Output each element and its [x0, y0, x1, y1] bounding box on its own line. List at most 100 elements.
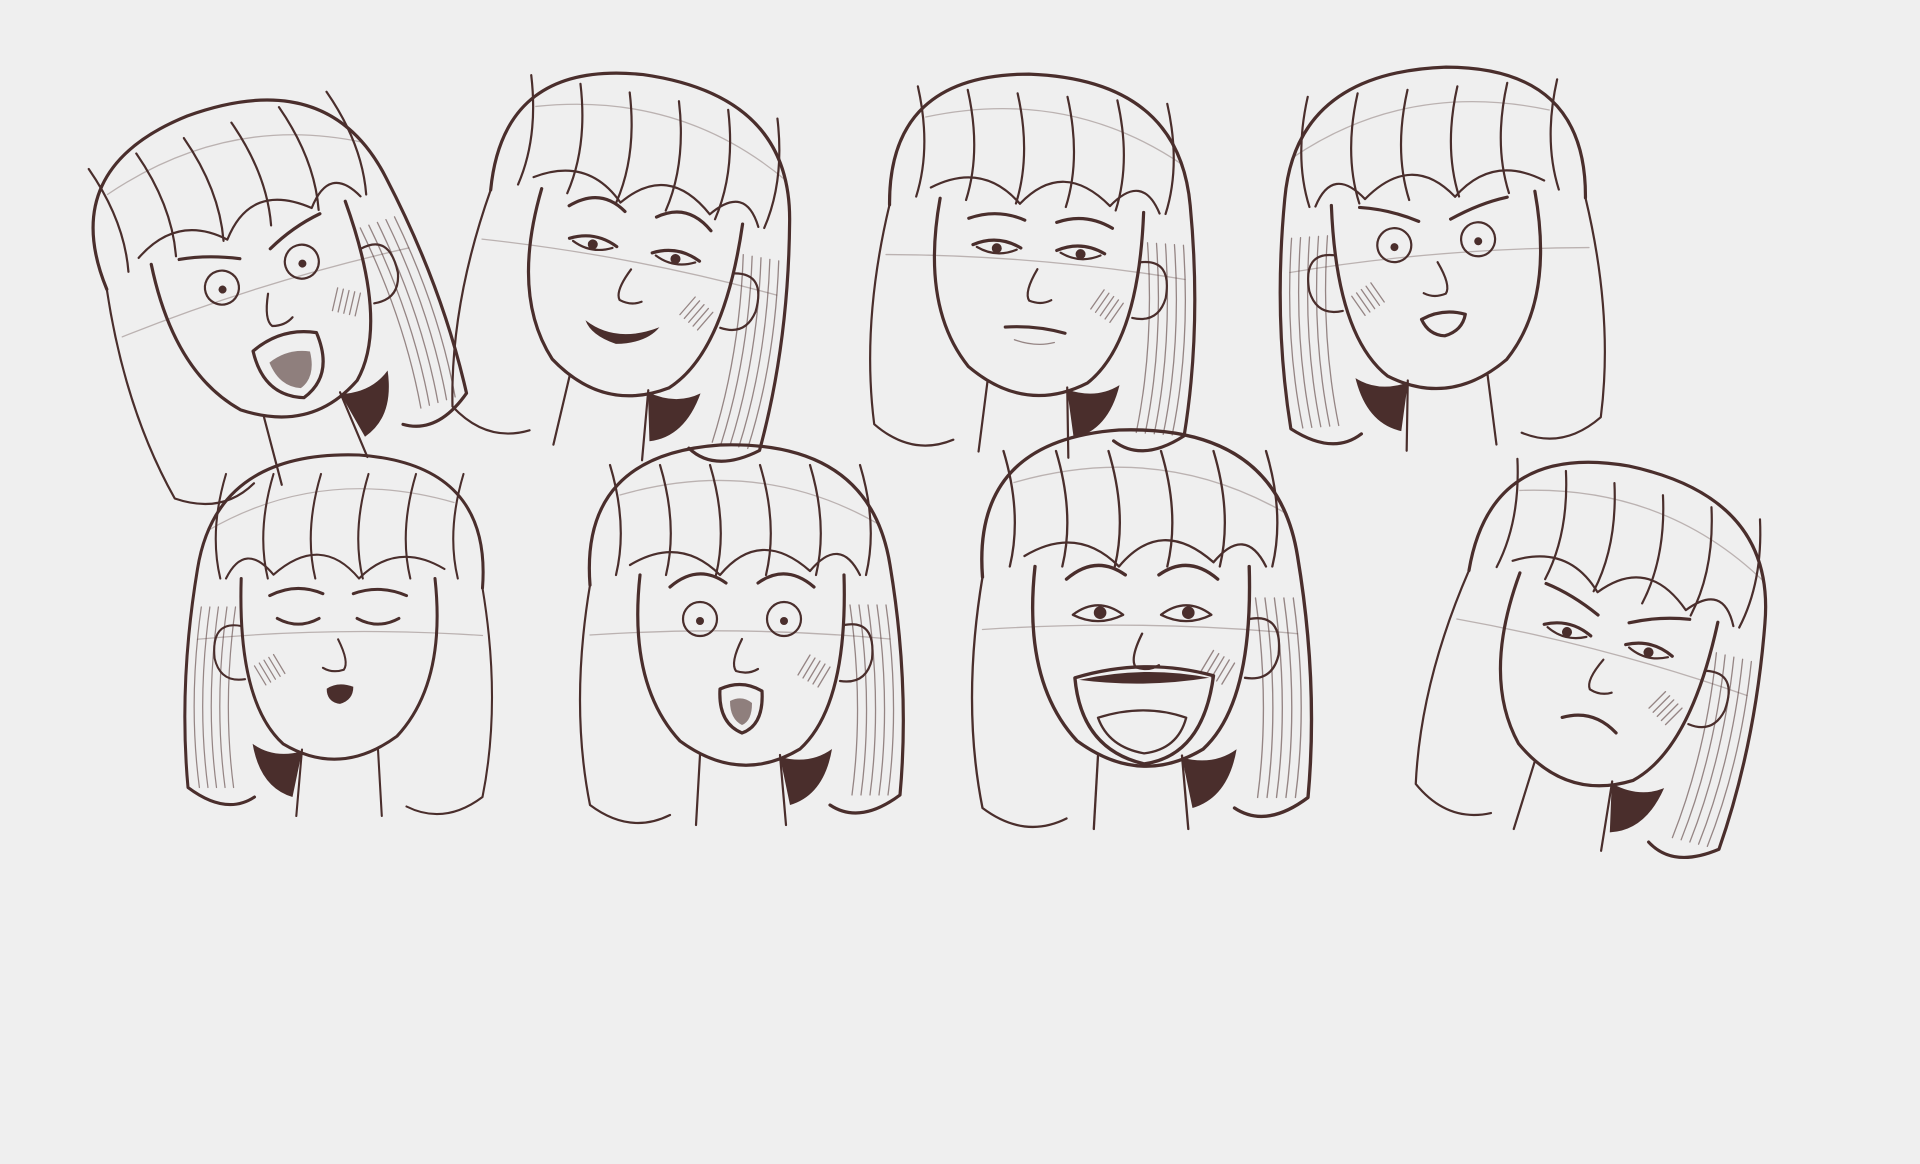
- construction-arc: [619, 479, 881, 526]
- cheek-hatching: [1370, 282, 1385, 303]
- cheek-hatching: [272, 653, 286, 675]
- cheek-hatching: [268, 656, 281, 677]
- head-sketch-content-eyes-closed: [183, 453, 494, 818]
- bangs: [1511, 555, 1735, 628]
- sketch-sheet: [0, 0, 1920, 1164]
- hair-strand-side: [1706, 660, 1752, 847]
- hair-outline: [489, 71, 792, 463]
- hair-strand: [664, 100, 682, 212]
- hair-strand: [858, 463, 872, 577]
- mouth-frown: [1560, 713, 1618, 735]
- construction-line: [589, 630, 891, 640]
- cheek-hatching: [797, 654, 811, 676]
- expression-sheet-drawing: [87, 65, 1768, 860]
- pouting-lips: [1419, 310, 1467, 338]
- hair-strand-side: [193, 606, 202, 789]
- cheek-hatching: [696, 311, 714, 331]
- head-sketch-suspicious: [1278, 65, 1606, 452]
- neck-left: [694, 753, 702, 827]
- hair-strand: [1212, 449, 1226, 568]
- bangs: [137, 181, 362, 260]
- construction-line: [121, 247, 410, 338]
- cheek-hatching: [679, 296, 696, 316]
- nose: [321, 638, 347, 673]
- hair-strand: [516, 74, 535, 186]
- nose: [1132, 632, 1161, 671]
- mouth-flat: [1003, 325, 1067, 335]
- nose: [1588, 658, 1613, 695]
- left-eyebrow: [1449, 195, 1509, 221]
- hair-strand: [758, 463, 772, 577]
- hair-strand: [658, 463, 672, 577]
- hair-left-side: [105, 288, 256, 506]
- face-outline: [526, 187, 745, 398]
- right-eyebrow: [268, 586, 325, 598]
- bangs: [224, 553, 446, 580]
- neck-left: [1512, 760, 1536, 831]
- hair-strand-side: [1680, 654, 1726, 841]
- head-sketch-shouting: [87, 90, 469, 506]
- cheek-hatching: [1200, 649, 1215, 673]
- cheek-hatching: [1094, 292, 1110, 313]
- hair-strand-side: [849, 604, 859, 796]
- left-eyebrow: [177, 255, 242, 262]
- cheek-hatching: [253, 665, 267, 686]
- cheek-hatching: [683, 300, 701, 320]
- cheek-hatching: [1210, 656, 1225, 679]
- cheek-hatching: [1351, 295, 1366, 316]
- bangs: [929, 176, 1161, 215]
- hair-strand: [1399, 88, 1411, 202]
- hair-strand: [1164, 102, 1175, 216]
- left-pupil: [1474, 237, 1483, 246]
- hair-strand-side: [1144, 242, 1160, 434]
- construction-arc: [1013, 466, 1288, 515]
- cheek-hatching: [817, 666, 831, 688]
- right-pupil: [1390, 243, 1399, 252]
- right-eye-closed: [275, 616, 321, 626]
- left-eyebrow: [1544, 581, 1600, 617]
- face-outline: [636, 573, 846, 767]
- neck-left: [1486, 373, 1498, 446]
- hair-strand-side: [1254, 597, 1265, 799]
- bangs: [1023, 539, 1268, 568]
- cheek-hatching: [1365, 285, 1381, 306]
- cheek-hatching: [1109, 302, 1124, 323]
- face-outline: [239, 576, 439, 761]
- hair-strand: [1592, 481, 1616, 593]
- head-sketch-laughing: [970, 428, 1314, 831]
- hair-strand-side: [858, 604, 868, 796]
- hair-strand: [135, 152, 178, 258]
- tongue: [1096, 709, 1188, 755]
- hair-strand-side: [1315, 235, 1331, 427]
- cheek-hatching: [263, 659, 277, 680]
- cheek-hatching: [1355, 292, 1371, 313]
- right-eyebrow: [1357, 205, 1421, 223]
- cheek-hatching: [812, 663, 826, 685]
- nose: [1026, 268, 1053, 305]
- right-eyebrow: [1055, 216, 1115, 230]
- left-eye-closed: [355, 616, 401, 626]
- left-pupil: [696, 617, 704, 625]
- neck-left: [977, 380, 989, 453]
- right-eyebrow: [654, 210, 713, 233]
- hair-strand-side: [1153, 243, 1169, 435]
- hair-strand: [309, 472, 323, 580]
- hair-strand-side: [1283, 597, 1293, 799]
- left-eyebrow: [668, 572, 728, 589]
- construction-arc: [535, 103, 788, 182]
- hair-strand: [808, 463, 822, 577]
- neck-shadow: [647, 392, 701, 442]
- left-eyebrow: [1064, 563, 1127, 581]
- hair-strand-side: [876, 604, 886, 796]
- head-sketch-smirking: [451, 71, 792, 463]
- mouth-o-interior: [730, 698, 752, 725]
- hair-strand-side: [1292, 597, 1302, 799]
- hair-strand: [915, 85, 926, 198]
- neck-left: [552, 375, 571, 446]
- hair-strand: [1107, 449, 1121, 568]
- hair-strand: [214, 472, 228, 580]
- right-pupil: [1182, 606, 1195, 619]
- cheek-hatching: [1090, 289, 1105, 310]
- hair-strand-side: [202, 606, 211, 789]
- neck-left: [1092, 754, 1100, 831]
